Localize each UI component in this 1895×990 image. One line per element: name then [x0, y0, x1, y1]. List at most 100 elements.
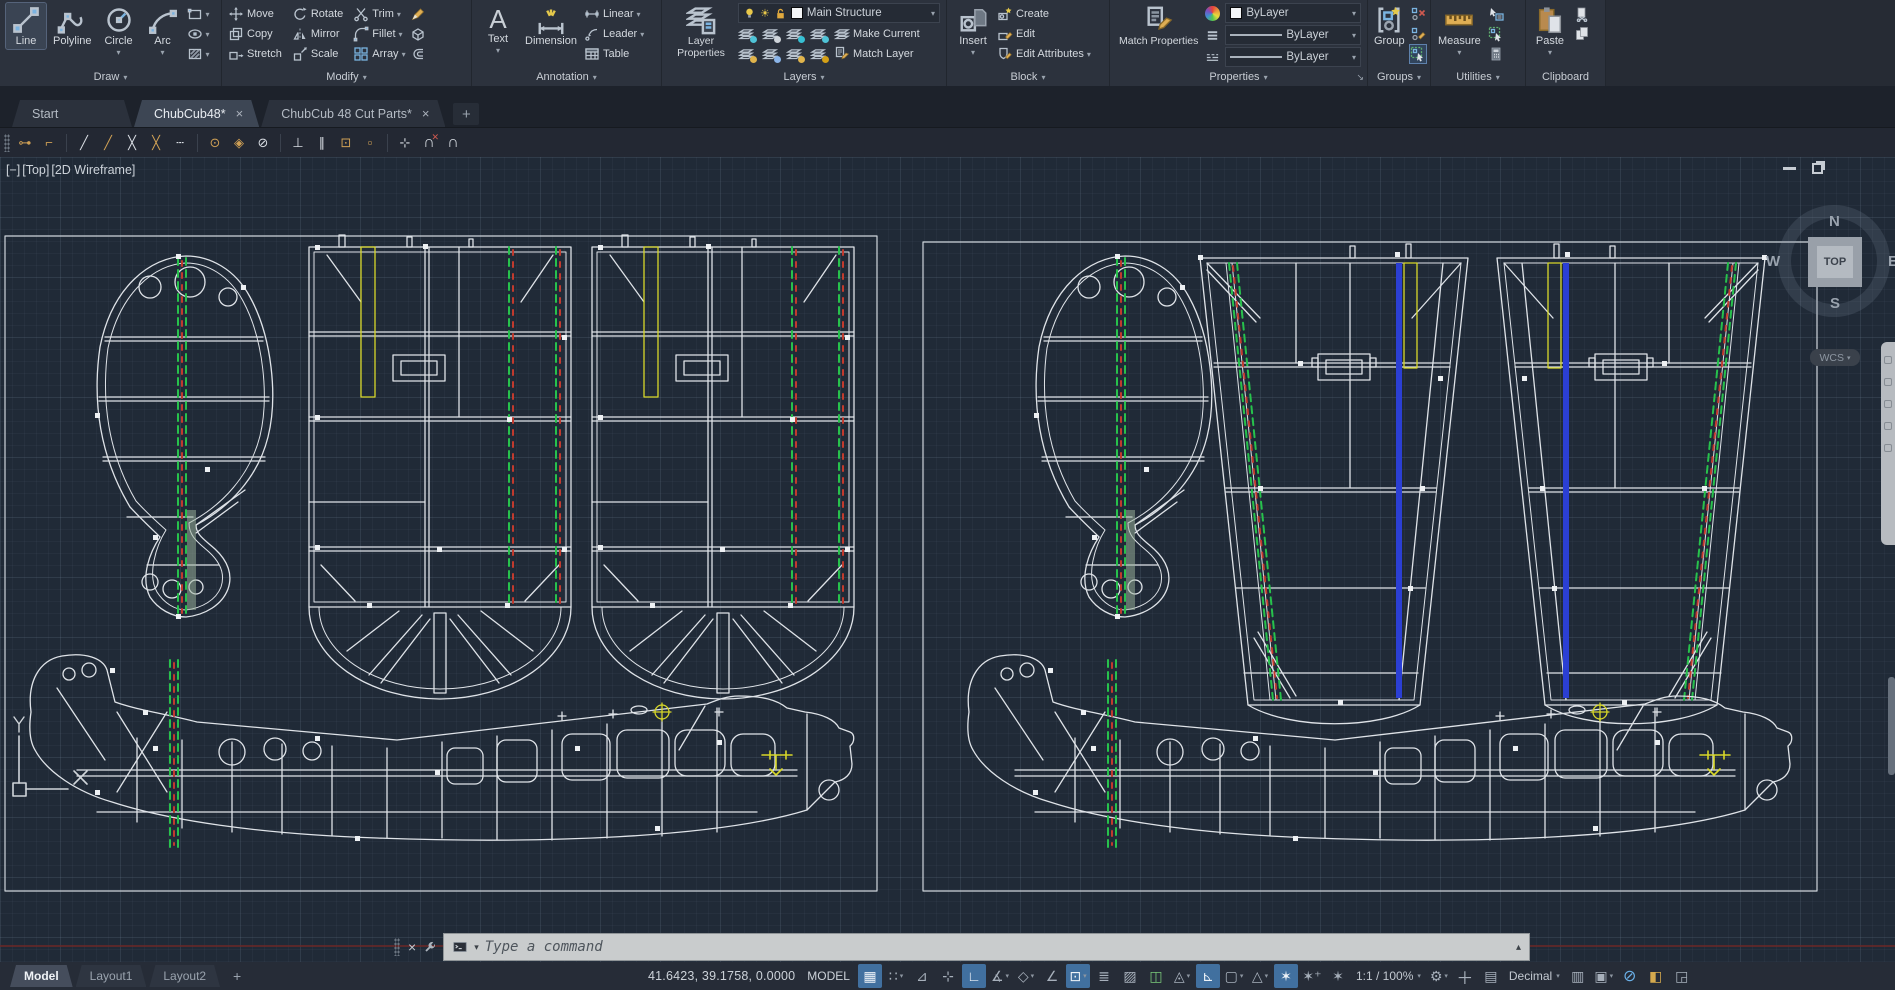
polyline-button[interactable]: Polyline — [50, 3, 95, 49]
recent-commands-icon[interactable]: ▾ — [474, 942, 479, 953]
viewcube-north[interactable]: N — [1829, 213, 1840, 230]
viewcube-west[interactable]: W — [1766, 253, 1780, 270]
modify-panel-label[interactable]: Modify▾ — [222, 68, 471, 86]
viewcube-south[interactable]: S — [1830, 295, 1840, 312]
table-button[interactable]: Table — [584, 45, 644, 63]
layer-off-button[interactable] — [762, 26, 780, 42]
node-snap-button[interactable]: ▫ — [359, 132, 381, 154]
drawing-canvas[interactable]: [−] [Top] [2D Wireframe] N S W E TOP WCS… — [0, 157, 1895, 962]
offset-button[interactable] — [410, 45, 426, 63]
rectangle-button[interactable]: ▾ — [187, 5, 210, 23]
quick-highlight-button[interactable] — [1488, 25, 1504, 43]
gizmo-toggle[interactable]: △▾ — [1248, 964, 1272, 988]
leader-button[interactable]: Leader▾ — [584, 25, 644, 43]
draw-panel-label[interactable]: Draw▾ — [0, 68, 221, 86]
security-button[interactable]: ◧ — [1644, 964, 1668, 988]
object-snap-tracking-toggle[interactable]: ∠ — [1040, 964, 1064, 988]
copy-clip-button[interactable] — [1574, 25, 1590, 43]
dynamic-ucs-toggle[interactable]: ⊾ — [1196, 964, 1220, 988]
linetype-icon[interactable] — [1205, 50, 1220, 65]
grid-toggle[interactable]: ▦ — [858, 964, 882, 988]
layout1-tab[interactable]: Layout1 — [76, 965, 147, 987]
object-color-icon[interactable] — [1205, 6, 1220, 21]
layer-properties-button[interactable]: Layer Properties — [668, 3, 734, 61]
endpoint-snap-button[interactable]: ╱ — [73, 132, 95, 154]
selection-filtering-toggle[interactable]: ▢▾ — [1222, 964, 1246, 988]
center-snap-button[interactable]: ⊙ — [204, 132, 226, 154]
copy-button[interactable]: Copy — [228, 25, 282, 43]
intersection-snap-button[interactable]: ╳ — [121, 132, 143, 154]
snap-mode-toggle[interactable]: ∷▾ — [884, 964, 908, 988]
utilities-panel-label[interactable]: Utilities▾ — [1431, 68, 1525, 86]
selection-cycling-toggle[interactable]: ◫ — [1144, 964, 1168, 988]
new-tab-button[interactable]: + — [453, 103, 479, 125]
toolbar-grip[interactable] — [4, 134, 10, 152]
crosshair-button[interactable]: ＋ — [1453, 964, 1477, 988]
edit-block-button[interactable]: Edit — [997, 25, 1091, 43]
model-tab[interactable]: Model — [10, 965, 73, 987]
left-wing-panel-1[interactable] — [309, 235, 571, 699]
left-wing-panel-2[interactable] — [592, 235, 854, 699]
insert-button[interactable]: Insert▾ — [953, 3, 993, 61]
explode-button[interactable] — [410, 25, 426, 43]
clean-screen-button[interactable]: ◲ — [1670, 964, 1694, 988]
snap-off-button[interactable]: ∩✕ — [418, 132, 440, 154]
quick-calc-button[interactable] — [1488, 45, 1504, 63]
properties-launcher-icon[interactable]: ↘ — [1356, 72, 1364, 83]
block-panel-label[interactable]: Block▾ — [947, 68, 1109, 86]
lineweight-icon[interactable] — [1205, 28, 1220, 43]
model-space-toggle[interactable]: MODEL — [807, 969, 850, 983]
text-button[interactable]: AText▾ — [478, 3, 518, 59]
linear-button[interactable]: Linear▾ — [584, 5, 644, 23]
ellipse-button[interactable]: ▾ — [187, 25, 210, 43]
workspace-switching-button[interactable]: ⚙▾ — [1427, 964, 1451, 988]
isolate-objects-button[interactable]: ▣▾ — [1592, 964, 1616, 988]
apparent-intersection-snap-button[interactable]: ╳ — [145, 132, 167, 154]
wcs-menu[interactable]: WCS▾ — [1810, 349, 1860, 366]
extension-snap-button[interactable]: ┄ — [169, 132, 191, 154]
dynamic-input-toggle[interactable]: ⊹ — [936, 964, 960, 988]
nearest-snap-button[interactable]: ⊹ — [394, 132, 416, 154]
trim-button[interactable]: Trim▾ — [353, 5, 405, 23]
scale-button[interactable]: Scale — [292, 45, 343, 63]
units-icon-button[interactable]: ▤ — [1479, 964, 1503, 988]
perpendicular-snap-button[interactable]: ⊥ — [287, 132, 309, 154]
close-icon[interactable]: × — [236, 106, 244, 121]
ungroup-button[interactable] — [1410, 5, 1426, 23]
dimension-button[interactable]: Dimension — [522, 3, 580, 49]
layer-select[interactable]: ☀ Main Structure ▾ — [738, 3, 940, 23]
lineweight-select[interactable]: ByLayer▾ — [1225, 25, 1361, 45]
command-bar-grip[interactable] — [394, 938, 400, 956]
snap-from-button[interactable]: ⌐ — [38, 132, 60, 154]
layer-freeze-button[interactable] — [738, 26, 756, 42]
layer-on-button[interactable] — [738, 46, 756, 62]
close-icon[interactable]: × — [408, 939, 416, 955]
hatch-button[interactable]: ▾ — [187, 45, 210, 63]
right-fuselage-side-view[interactable] — [968, 655, 1792, 848]
transparency-toggle[interactable]: ▨ — [1118, 964, 1142, 988]
ortho-toggle[interactable]: ∟ — [962, 964, 986, 988]
viewport-restore-icon[interactable] — [1812, 163, 1823, 174]
fillet-button[interactable]: Fillet▾ — [353, 25, 405, 43]
tab-chubcub48[interactable]: ChubCub48*× — [134, 100, 259, 127]
new-layout-button[interactable]: + — [227, 968, 247, 984]
paste-button[interactable]: Paste▾ — [1530, 3, 1570, 61]
create-block-button[interactable]: Create — [997, 5, 1091, 23]
midpoint-snap-button[interactable]: ╱ — [97, 132, 119, 154]
osnap-3d-toggle[interactable]: ◬▾ — [1170, 964, 1194, 988]
units-button[interactable]: Decimal▾ — [1505, 969, 1564, 983]
viewport-menu-button[interactable]: [−] — [6, 163, 20, 177]
layer-unisolate-button[interactable] — [786, 46, 804, 62]
autoscale-toggle[interactable]: ✶⁺ — [1300, 964, 1324, 988]
groups-panel-label[interactable]: Groups▾ — [1368, 68, 1430, 86]
viewcube-top-face[interactable]: TOP — [1808, 237, 1862, 287]
left-wing-rib-stack[interactable] — [95, 254, 273, 619]
layer-unlock-button[interactable] — [810, 46, 828, 62]
line-button[interactable]: Line — [6, 3, 46, 49]
edit-attributes-button[interactable]: Edit Attributes▾ — [997, 45, 1091, 63]
polar-tracking-toggle[interactable]: ∡▾ — [988, 964, 1012, 988]
right-wing-panel-1[interactable] — [1198, 244, 1468, 724]
move-button[interactable]: Move — [228, 5, 282, 23]
tangent-snap-button[interactable]: ⊘ — [252, 132, 274, 154]
annotation-scale-icon[interactable]: ✶ — [1326, 964, 1350, 988]
